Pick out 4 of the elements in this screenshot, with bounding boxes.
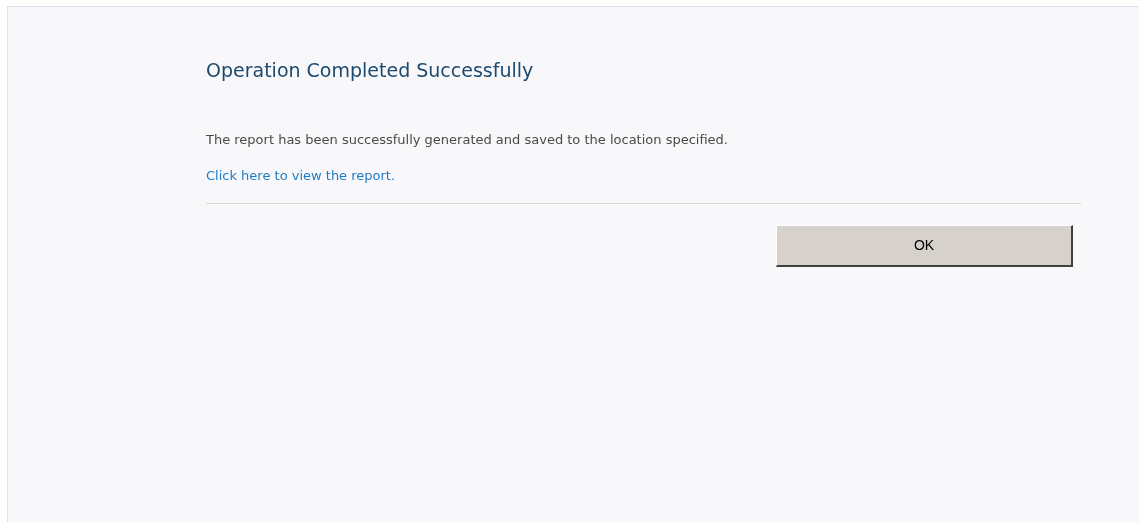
dialog-title: Operation Completed Successfully: [206, 58, 535, 83]
view-report-link[interactable]: Click here to view the report.: [206, 168, 396, 184]
message-text: The report has been successfully generated and saved to the location specified.: [206, 132, 729, 148]
ok-button[interactable]: OK: [776, 225, 1073, 267]
